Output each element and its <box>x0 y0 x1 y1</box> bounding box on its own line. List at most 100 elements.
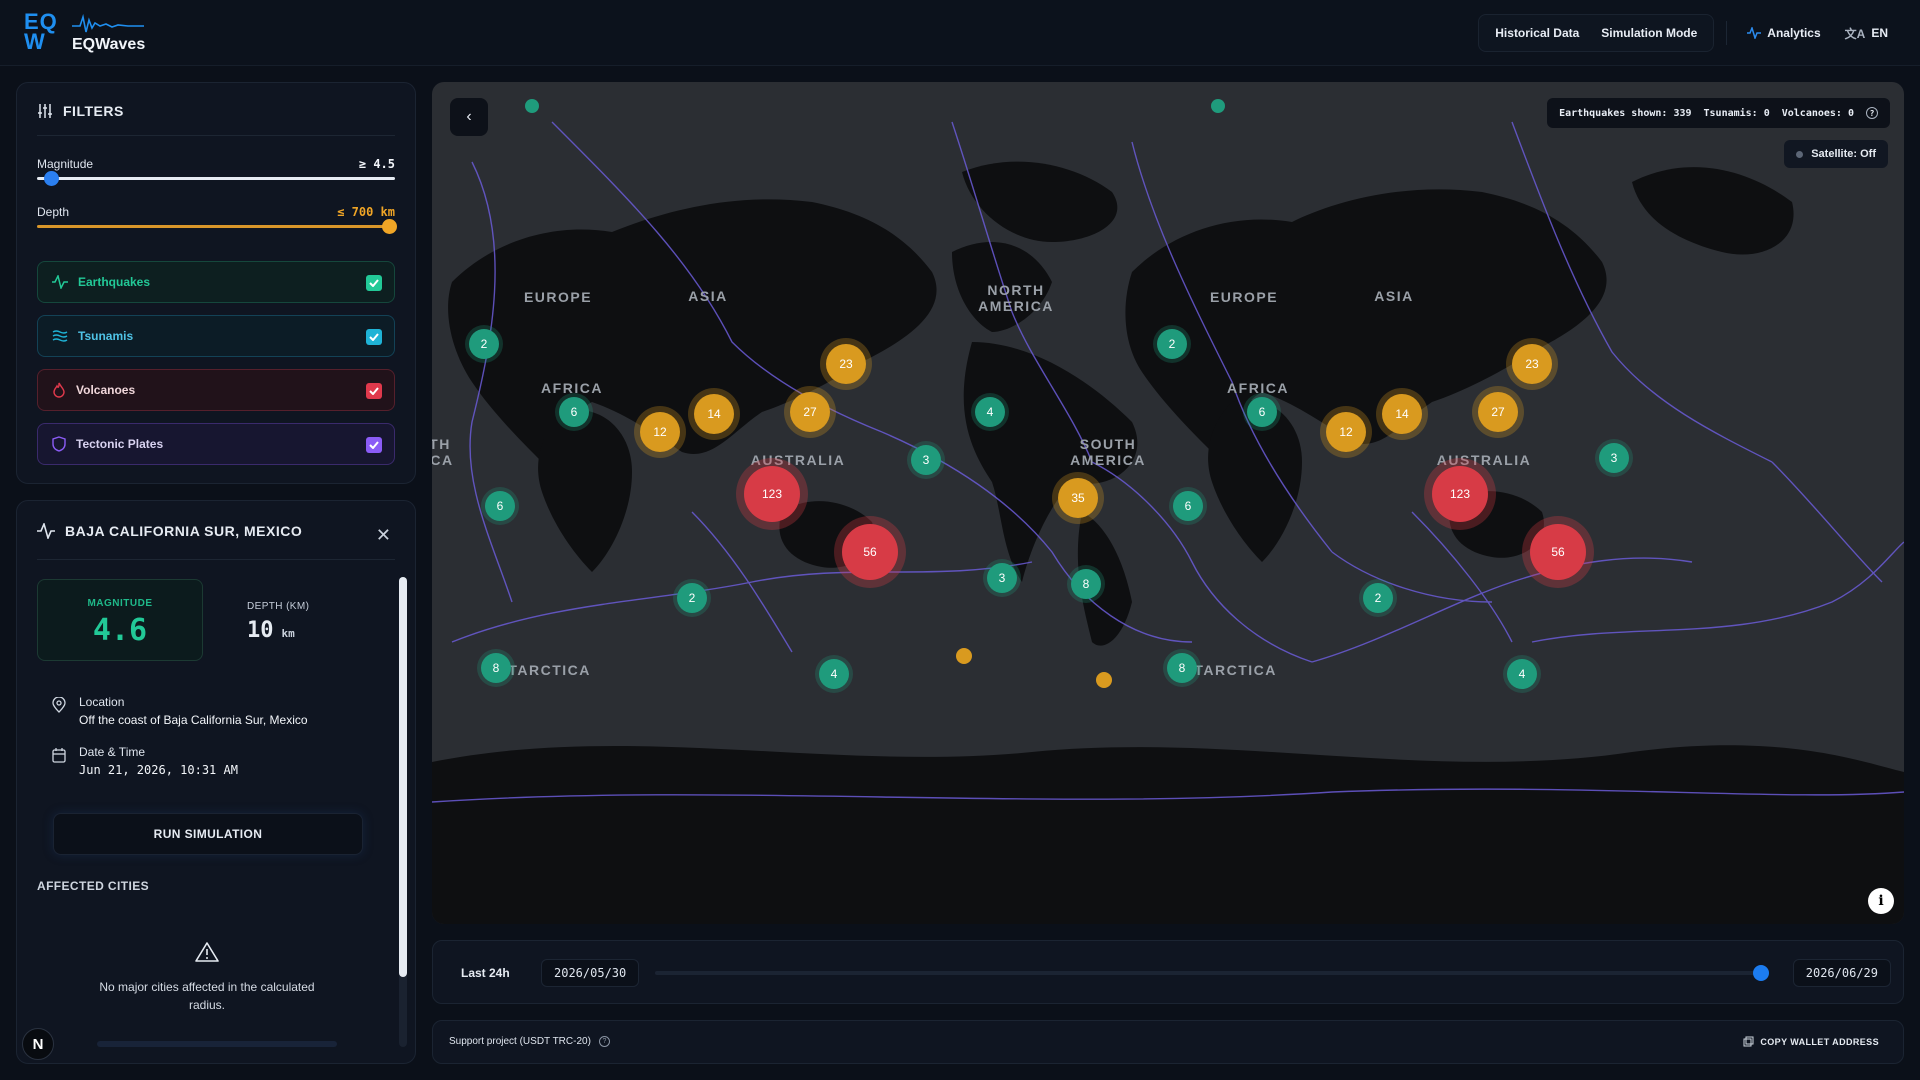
earthquake-cluster-marker[interactable]: 27 <box>790 392 830 432</box>
earthquake-cluster-marker[interactable]: 2 <box>1363 583 1393 613</box>
earthquake-cluster-marker[interactable]: 14 <box>1382 394 1422 434</box>
earthquake-cluster-marker[interactable]: 8 <box>1167 653 1197 683</box>
historical-data-tab[interactable]: Historical Data <box>1487 18 1587 48</box>
checkbox-checked-icon[interactable] <box>366 383 382 399</box>
earthquake-marker[interactable] <box>525 99 539 113</box>
timeline-slider-thumb[interactable] <box>1753 965 1769 981</box>
map-pin-icon <box>52 697 66 713</box>
panel-scrollbar[interactable] <box>399 577 407 1047</box>
region-label: ASIA <box>688 288 728 304</box>
earthquake-cluster-marker[interactable]: 27 <box>1478 392 1518 432</box>
timeline-end-date[interactable]: 2026/06/29 <box>1792 959 1891 987</box>
magnitude-track[interactable] <box>37 177 395 180</box>
checkbox-checked-icon[interactable] <box>366 275 382 291</box>
earthquake-cluster-marker[interactable]: 35 <box>1058 478 1098 518</box>
collapse-panel-button[interactable]: ‹ <box>450 98 488 136</box>
language-button[interactable]: 文A EN <box>1837 18 1896 48</box>
region-label: EUROPE <box>523 289 593 305</box>
filters-panel: FILTERS Magnitude ≥ 4.5 Depth ≤ 700 km E… <box>16 82 416 484</box>
magnitude-value: ≥ 4.5 <box>358 157 395 171</box>
earthquake-cluster-marker[interactable]: 4 <box>1507 659 1537 689</box>
earthquake-cluster-marker[interactable]: 2 <box>677 583 707 613</box>
region-label: CA <box>432 452 454 468</box>
map-landmasses <box>432 121 1904 924</box>
earthquake-cluster-marker[interactable]: 12 <box>640 412 680 452</box>
region-label: EUROPE <box>1209 289 1279 305</box>
world-map[interactable]: ‹ Earthquakes shown: 339 Tsunamis: 0 Vol… <box>432 82 1904 924</box>
divider <box>37 559 395 560</box>
app-logo[interactable]: EQ W EQWaves <box>24 11 154 56</box>
magnitude-slider-thumb[interactable] <box>44 171 59 186</box>
earthquake-cluster-marker[interactable]: 6 <box>559 397 589 427</box>
copy-wallet-button[interactable]: COPY WALLET ADDRESS <box>1743 1036 1879 1047</box>
analytics-button[interactable]: Analytics <box>1739 18 1828 48</box>
earthquake-cluster-marker[interactable]: 2 <box>1157 329 1187 359</box>
earthquake-cluster-marker[interactable]: 4 <box>819 659 849 689</box>
timeline-track[interactable] <box>655 971 1765 975</box>
earthquake-cluster-marker[interactable]: 12 <box>1326 412 1366 452</box>
checkbox-checked-icon[interactable] <box>366 437 382 453</box>
no-cities-text-line2: radius. <box>188 998 226 1012</box>
earthquake-cluster-marker[interactable]: 8 <box>1071 569 1101 599</box>
earthquake-marker[interactable] <box>1096 672 1112 688</box>
earthquake-cluster-marker[interactable]: 14 <box>694 394 734 434</box>
timeline-start-date[interactable]: 2026/05/30 <box>541 959 640 987</box>
map-stats-bar: Earthquakes shown: 339 Tsunamis: 0 Volca… <box>1547 98 1890 128</box>
earthquake-cluster-marker[interactable]: 6 <box>485 491 515 521</box>
earthquake-cluster-marker[interactable]: 123 <box>1432 466 1488 522</box>
event-detail-panel: BAJA CALIFORNIA SUR, MEXICO ✕ MAGNITUDE … <box>16 500 416 1064</box>
earthquake-cluster-marker[interactable]: 123 <box>744 466 800 522</box>
earthquake-cluster-marker[interactable]: 23 <box>1512 344 1552 384</box>
earthquake-cluster-marker[interactable]: 3 <box>911 445 941 475</box>
support-text: Support project (USDT TRC-20) <box>449 1036 591 1047</box>
tsunamis-toggle[interactable]: Tsunamis <box>37 315 395 357</box>
earthquake-marker[interactable] <box>1211 99 1225 113</box>
depth-info-label: DEPTH (KM) <box>247 601 310 612</box>
tsunamis-count: Tsunamis: 0 <box>1703 107 1770 119</box>
earthquake-cluster-marker[interactable]: 4 <box>975 397 1005 427</box>
close-icon[interactable]: ✕ <box>376 525 391 546</box>
earthquake-cluster-marker[interactable]: 23 <box>826 344 866 384</box>
earthquake-cluster-marker[interactable]: 2 <box>469 329 499 359</box>
depth-slider-thumb[interactable] <box>382 219 397 234</box>
run-simulation-button[interactable]: RUN SIMULATION <box>53 813 363 855</box>
framework-badge-icon[interactable]: N <box>22 1028 54 1060</box>
last-24h-button[interactable]: Last 24h <box>449 957 522 989</box>
activity-icon <box>52 275 68 289</box>
tectonic-plates-toggle[interactable]: Tectonic Plates <box>37 423 395 465</box>
event-header: BAJA CALIFORNIA SUR, MEXICO <box>37 523 302 539</box>
help-icon[interactable]: ? <box>1866 107 1878 119</box>
earthquake-marker[interactable] <box>956 648 972 664</box>
volcanoes-toggle[interactable]: Volcanoes <box>37 369 395 411</box>
flame-icon <box>53 382 65 398</box>
satellite-toggle[interactable]: Satellite: Off <box>1784 140 1888 168</box>
earthquake-cluster-marker[interactable]: 56 <box>1530 524 1586 580</box>
datetime-row: Date & Time Jun 21, 2026, 10:31 AM <box>51 745 238 777</box>
earthquake-cluster-marker[interactable]: 3 <box>1599 443 1629 473</box>
earthquake-cluster-marker[interactable]: 3 <box>987 563 1017 593</box>
depth-unit: km <box>281 627 295 640</box>
earthquake-cluster-marker[interactable]: 8 <box>481 653 511 683</box>
earthquake-cluster-marker[interactable]: 56 <box>842 524 898 580</box>
location-row: Location Off the coast of Baja Californi… <box>51 695 308 727</box>
earthquake-cluster-marker[interactable]: 6 <box>1247 397 1277 427</box>
help-icon[interactable]: ? <box>598 1036 610 1047</box>
scrollbar-thumb[interactable] <box>399 577 407 977</box>
language-label: EN <box>1871 26 1888 40</box>
sliders-icon <box>38 104 52 118</box>
calendar-icon <box>52 748 66 763</box>
depth-track[interactable] <box>37 225 395 228</box>
seismic-wave-icon <box>72 14 144 33</box>
partial-button-edge <box>97 1041 337 1047</box>
earthquakes-label: Earthquakes <box>78 275 151 289</box>
app-header: EQ W EQWaves Historical Data Simulation … <box>0 0 1920 66</box>
earthquakes-toggle[interactable]: Earthquakes <box>37 261 395 303</box>
warning-icon <box>195 942 219 962</box>
checkbox-checked-icon[interactable] <box>366 329 382 345</box>
simulation-mode-tab[interactable]: Simulation Mode <box>1593 18 1705 48</box>
mode-switcher: Historical Data Simulation Mode <box>1478 14 1715 52</box>
region-label: AMERICA <box>978 298 1054 314</box>
earthquake-cluster-marker[interactable]: 6 <box>1173 491 1203 521</box>
info-icon[interactable]: i <box>1868 888 1894 914</box>
magnitude-card-label: MAGNITUDE <box>87 598 153 609</box>
